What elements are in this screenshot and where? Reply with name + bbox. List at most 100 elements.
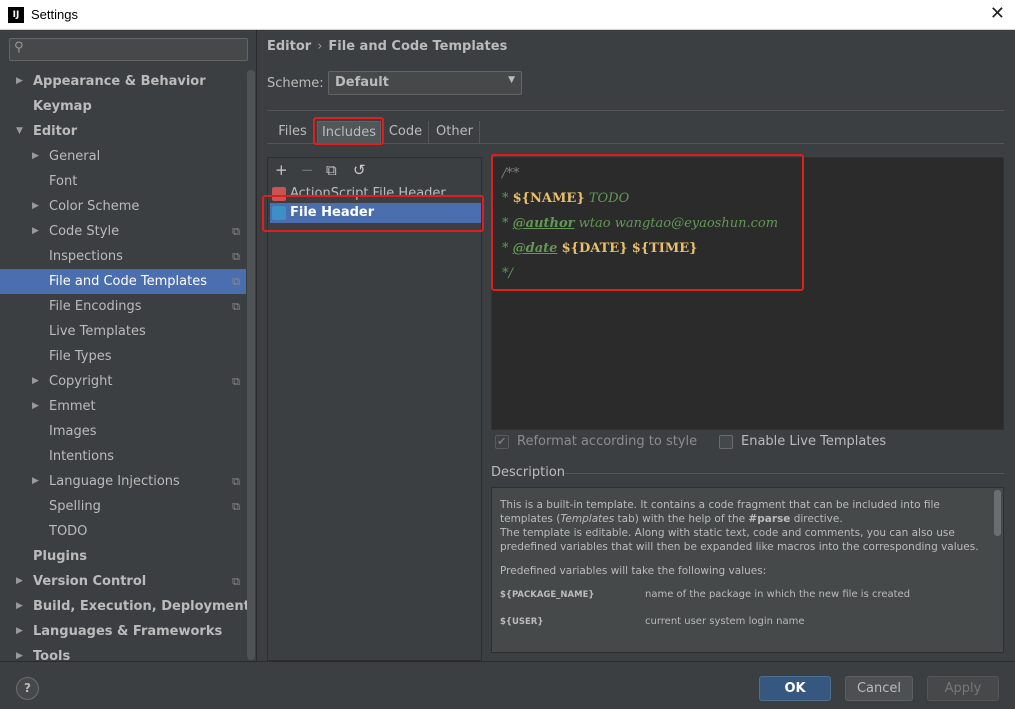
breadcrumb-separator: › (317, 39, 323, 54)
divider (565, 473, 1004, 474)
chevron-right-icon[interactable]: ▶ (16, 569, 23, 594)
sidebar-item-todo[interactable]: TODO (0, 519, 246, 544)
reformat-label: Reformat according to style (517, 434, 698, 449)
help-button[interactable]: ? (16, 677, 39, 700)
sidebar-item-version-control[interactable]: ▶ Version Control ⧉ (0, 569, 246, 594)
search-input[interactable]: ⚲ (9, 38, 248, 61)
description-paragraph: The template is editable. Along with sta… (500, 527, 979, 553)
intellij-app-icon: IJ (8, 7, 24, 23)
sidebar-item-label: Language Injections (49, 474, 180, 489)
sidebar-item-copyright[interactable]: ▶ Copyright ⧉ (0, 369, 246, 394)
sidebar-item-plugins[interactable]: Plugins (0, 544, 246, 569)
ok-button[interactable]: OK (759, 676, 831, 701)
live-templates-label: Enable Live Templates (741, 434, 887, 449)
tab-other[interactable]: Other (430, 121, 480, 144)
scheme-value: Default (335, 75, 389, 90)
sidebar-item-label: Version Control (33, 574, 147, 589)
tab-files[interactable]: Files (271, 121, 315, 144)
reformat-checkbox[interactable]: ✔ (495, 435, 509, 449)
variable-name: ${PACKAGE_NAME} (500, 590, 595, 600)
sidebar-item-label: Code Style (49, 224, 120, 239)
sidebar-item-language-injections[interactable]: ▶ Language Injections ⧉ (0, 469, 246, 494)
variable-row: ${PACKAGE_NAME} name of the package in w… (500, 588, 980, 615)
project-settings-icon: ⧉ (232, 275, 240, 288)
chevron-right-icon[interactable]: ▶ (32, 369, 39, 394)
description-scrollbar[interactable] (994, 490, 1001, 536)
sidebar-item-live-templates[interactable]: Live Templates (0, 319, 246, 344)
sidebar-item-label: Keymap (33, 99, 92, 114)
chevron-right-icon[interactable]: ▶ (16, 619, 23, 644)
chevron-right-icon[interactable]: ▶ (32, 144, 39, 169)
variable-row: ${USER} current user system login name (500, 615, 980, 642)
chevron-right-icon[interactable]: ▶ (32, 394, 39, 419)
description-paragraph: This is a built-in template. It contains… (500, 499, 940, 525)
chevron-right-icon[interactable]: ▶ (32, 194, 39, 219)
sidebar-item-emmet[interactable]: ▶ Emmet (0, 394, 246, 419)
sidebar-item-label: File Types (49, 349, 112, 364)
chevron-right-icon[interactable]: ▶ (16, 69, 23, 94)
chevron-down-icon[interactable]: ▼ (16, 119, 23, 144)
variable-meaning: name of the package in which the new fil… (645, 589, 911, 600)
code-highlight (491, 154, 804, 291)
sidebar-item-label: Languages & Frameworks (33, 624, 223, 639)
add-icon[interactable]: + (275, 160, 288, 180)
sidebar-item-label: Intentions (49, 449, 115, 464)
sidebar-item-intentions[interactable]: Intentions (0, 444, 246, 469)
reset-icon[interactable]: ↺ (353, 160, 366, 180)
sidebar-item-label: Plugins (33, 549, 87, 564)
apply-button[interactable]: Apply (927, 676, 999, 701)
close-icon[interactable]: ✕ (990, 5, 1005, 23)
sidebar-item-label: General (49, 149, 101, 164)
sidebar-scrollbar[interactable] (247, 70, 255, 660)
sidebar-item-appearance-behavior[interactable]: ▶ Appearance & Behavior (0, 69, 246, 94)
sidebar-item-images[interactable]: Images (0, 419, 246, 444)
sidebar-item-code-style[interactable]: ▶ Code Style ⧉ (0, 219, 246, 244)
sidebar-item-inspections[interactable]: Inspections ⧉ (0, 244, 246, 269)
sidebar-item-label: Build, Execution, Deployment (33, 599, 250, 614)
sidebar-item-languages-frameworks[interactable]: ▶ Languages & Frameworks (0, 619, 246, 644)
sidebar-item-label: TODO (49, 524, 88, 539)
sidebar-item-label: Appearance & Behavior (33, 74, 206, 89)
settings-tree: ▶ Appearance & Behavior Keymap ▼ Editor ▶ Gene… (0, 69, 250, 669)
project-settings-icon: ⧉ (232, 575, 240, 588)
sidebar-item-label: Inspections (49, 249, 123, 264)
sidebar-item-color-scheme[interactable]: ▶ Color Scheme (0, 194, 246, 219)
chevron-down-icon: ▼ (508, 75, 515, 85)
variable-meaning: current user system login name (645, 616, 805, 627)
sidebar-item-font[interactable]: Font (0, 169, 246, 194)
file-header-highlight (262, 195, 484, 232)
sidebar-item-label: File Encodings (49, 299, 142, 314)
template-list-panel: + − ⧉ ↺ ActionScript File Header File He… (267, 157, 482, 661)
sidebar-item-keymap[interactable]: Keymap (0, 94, 246, 119)
project-settings-icon: ⧉ (232, 500, 240, 513)
remove-icon[interactable]: − (301, 160, 314, 180)
breadcrumb: Editor › File and Code Templates (267, 39, 507, 54)
tab-code[interactable]: Code (383, 121, 429, 144)
settings-sidebar: ⚲ ▶ Appearance & Behavior Keymap ▼ Editor ▶ Ge… (0, 30, 257, 664)
scheme-label: Scheme: (267, 76, 324, 91)
scheme-dropdown[interactable]: Default ▼ (328, 71, 522, 95)
chevron-right-icon[interactable]: ▶ (16, 594, 23, 619)
chevron-right-icon[interactable]: ▶ (32, 469, 39, 494)
sidebar-item-general[interactable]: ▶ General (0, 144, 246, 169)
sidebar-item-file-and-code-templates[interactable]: File and Code Templates ⧉ (0, 269, 246, 294)
cancel-button[interactable]: Cancel (845, 676, 913, 701)
description-paragraph: Predefined variables will take the follo… (500, 565, 767, 577)
template-toolbar: + − ⧉ ↺ (268, 158, 481, 184)
sidebar-item-editor[interactable]: ▼ Editor (0, 119, 246, 144)
sidebar-item-label: File and Code Templates (49, 274, 207, 289)
copy-icon[interactable]: ⧉ (326, 160, 337, 180)
sidebar-item-build-execution-deployment[interactable]: ▶ Build, Execution, Deployment (0, 594, 250, 619)
project-settings-icon: ⧉ (232, 225, 240, 238)
chevron-right-icon[interactable]: ▶ (32, 219, 39, 244)
sidebar-item-label: Live Templates (49, 324, 146, 339)
sidebar-item-file-encodings[interactable]: File Encodings ⧉ (0, 294, 246, 319)
dialog-footer: ? OK Cancel Apply (0, 661, 1015, 709)
sidebar-item-label: Images (49, 424, 97, 439)
sidebar-item-file-types[interactable]: File Types (0, 344, 246, 369)
sidebar-item-label: Copyright (49, 374, 113, 389)
live-templates-checkbox[interactable] (719, 435, 733, 449)
includes-tab-highlight (313, 117, 384, 145)
sidebar-item-spelling[interactable]: Spelling ⧉ (0, 494, 246, 519)
breadcrumb-page: File and Code Templates (328, 39, 508, 54)
